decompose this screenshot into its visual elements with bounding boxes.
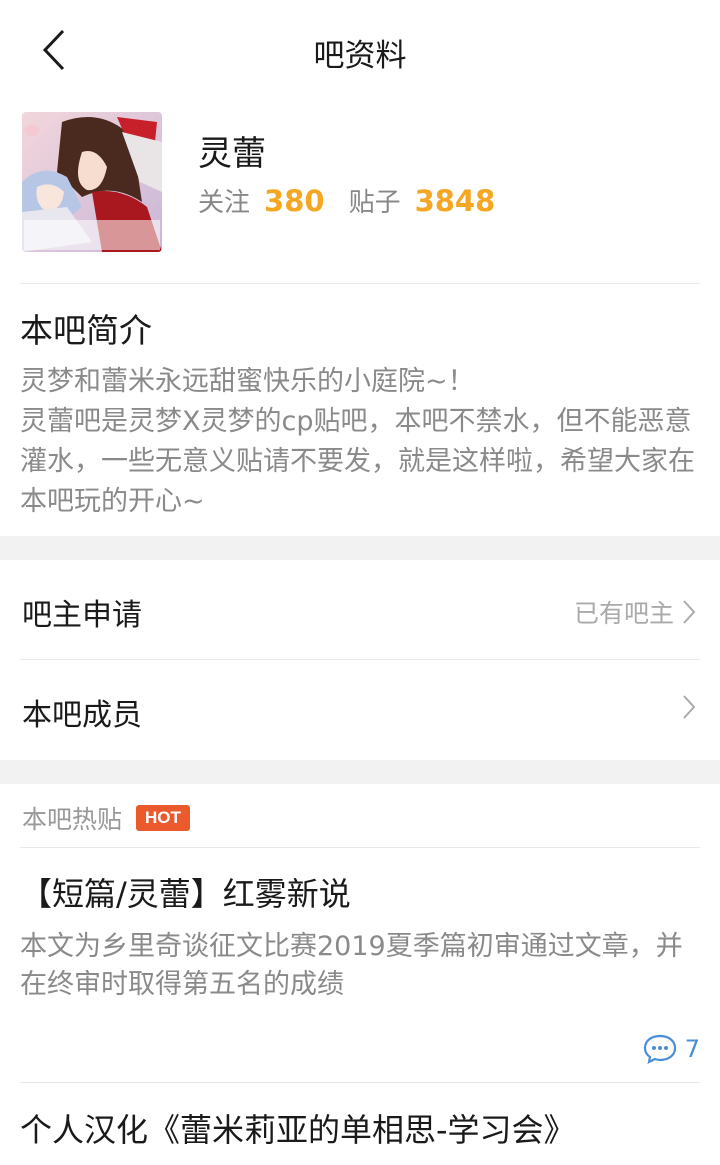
divider — [20, 847, 700, 848]
follow-count: 380 — [264, 184, 325, 218]
posts-count: 3848 — [414, 184, 496, 218]
intro-title: 本吧简介 — [20, 311, 152, 350]
post-comments: 7 — [643, 1034, 700, 1064]
forum-stats: 关注 380 贴子 3848 — [198, 182, 519, 219]
intro-text: 灵梦和蕾米永远甜蜜快乐的小庭院~！ 灵蕾吧是灵梦X灵梦的cp贴吧，本吧不禁水，但… — [20, 366, 695, 517]
hot-post-item[interactable]: 个人汉化《蕾米莉亚的单相思-学习会》 — [20, 1108, 700, 1165]
top-bar: 吧资料 — [0, 0, 720, 100]
hot-posts-title: 本吧热贴 — [22, 805, 123, 834]
page-title: 吧资料 — [313, 38, 407, 74]
row-forum-members[interactable]: 本吧成员 — [0, 660, 720, 760]
posts-label: 贴子 — [348, 188, 401, 218]
post-title: 【短篇/灵蕾】红雾新说 — [20, 875, 351, 913]
hot-posts-header: 本吧热贴 HOT — [22, 800, 190, 836]
forum-intro: 本吧简介 灵梦和蕾米永远甜蜜快乐的小庭院~！ 灵蕾吧是灵梦X灵梦的cp贴吧，本吧… — [20, 308, 700, 522]
row-label: 吧主申请 — [22, 598, 142, 633]
forum-name: 灵蕾 — [198, 134, 266, 174]
comment-count: 7 — [684, 1035, 700, 1063]
divider — [20, 283, 700, 284]
row-label: 本吧成员 — [22, 698, 142, 733]
forum-avatar-image — [22, 112, 162, 252]
section-gap — [0, 760, 720, 784]
forum-avatar[interactable] — [22, 112, 162, 252]
section-gap — [0, 536, 720, 560]
divider — [20, 1082, 700, 1083]
post-title: 个人汉化《蕾米莉亚的单相思-学习会》 — [20, 1111, 576, 1149]
row-forum-owner-apply[interactable]: 吧主申请 已有吧主 — [0, 560, 720, 660]
row-value: 已有吧主 — [573, 599, 674, 628]
comment-bubble-icon — [643, 1034, 676, 1064]
chevron-right-icon — [683, 695, 696, 719]
follow-label: 关注 — [198, 188, 251, 218]
post-abstract: 本文为乡里奇谈征文比赛2019夏季篇初审通过文章，并在终审时取得第五名的成绩 — [20, 931, 683, 1000]
hot-post-item[interactable]: 【短篇/灵蕾】红雾新说 本文为乡里奇谈征文比赛2019夏季篇初审通过文章，并在终… — [20, 872, 700, 1072]
hot-badge: HOT — [136, 805, 190, 831]
chevron-right-icon — [683, 600, 696, 624]
forum-profile: 灵蕾 关注 380 贴子 3848 — [0, 100, 720, 284]
